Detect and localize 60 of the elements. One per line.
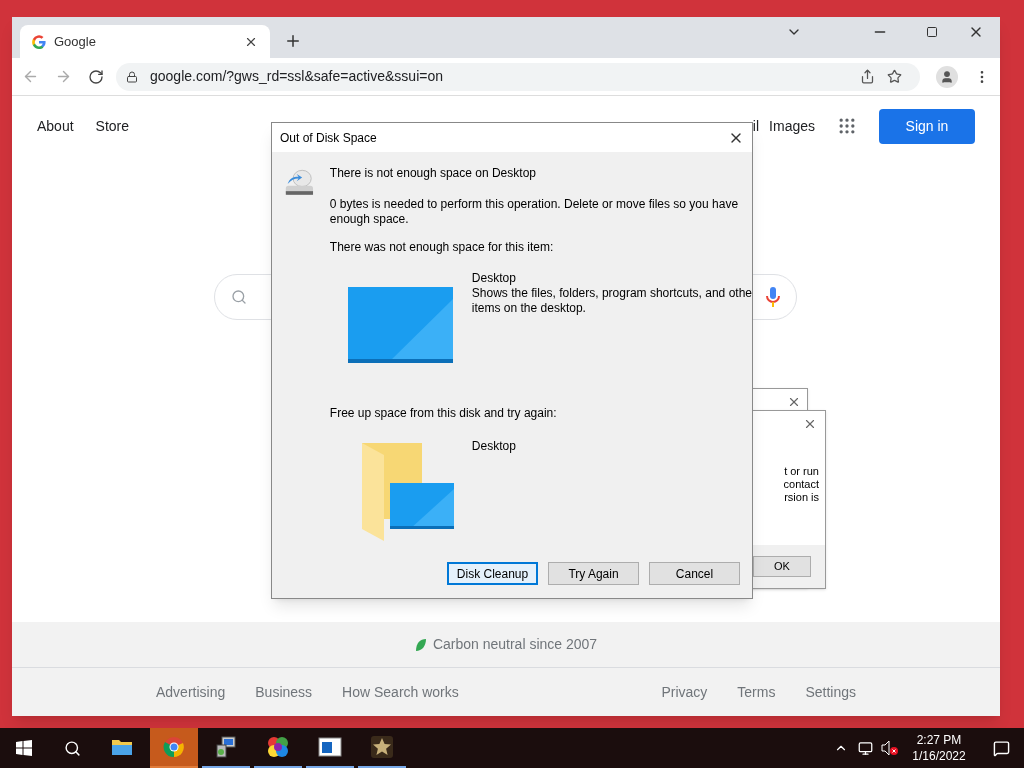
search-icon[interactable] — [63, 739, 81, 757]
search-icon — [231, 289, 247, 305]
profile-avatar[interactable] — [936, 65, 958, 88]
ok-button[interactable]: OK — [753, 556, 811, 577]
chrome-icon — [163, 736, 185, 758]
footer-link[interactable]: Privacy — [661, 681, 708, 703]
footer-link[interactable]: Settings — [805, 681, 856, 703]
maximize-icon[interactable] — [926, 26, 938, 38]
clock-time: 2:27 PM — [916, 732, 962, 748]
dialog-action[interactable]: Disk Cleanup — [447, 562, 538, 585]
share-icon[interactable] — [860, 69, 875, 84]
microphone-icon[interactable] — [766, 287, 780, 307]
reload-icon[interactable] — [88, 68, 104, 85]
close-icon[interactable] — [787, 395, 801, 409]
nav-link[interactable]: About — [37, 115, 74, 137]
notification-icon[interactable] — [993, 739, 1010, 757]
new-tab-icon[interactable] — [284, 32, 302, 50]
leaf-icon — [414, 637, 427, 652]
browser-tab[interactable]: Google — [20, 25, 270, 58]
folder-icon — [111, 738, 133, 756]
item-description: items on the desktop. — [471, 301, 587, 316]
footer-link[interactable]: Terms — [737, 681, 776, 703]
computer-icon — [214, 735, 238, 759]
tab-title: Google — [54, 32, 97, 51]
address-bar[interactable]: google.com/?gws_rd=ssl&safe=active&ssui=on — [116, 62, 920, 91]
footer-link[interactable]: Advertising — [156, 681, 226, 703]
item-label: There was not enough space for this item: — [329, 239, 555, 256]
speaker-muted-icon[interactable] — [881, 740, 899, 756]
dialog-action[interactable]: Try Again — [548, 562, 639, 585]
item-description: Shows the files, folders, program shortcuts, and othe — [471, 286, 752, 301]
url-text: google.com/?gws_rd=ssl&safe=active&ssui=on — [150, 67, 444, 86]
hint-text: Free up space from this disk and try again: — [329, 405, 558, 422]
dialog-title: Out of Disk Space — [280, 129, 378, 147]
windows-logo-icon — [16, 740, 32, 756]
desktop-thumbnail-icon — [347, 287, 453, 363]
message-fragment: rsion is — [784, 491, 819, 504]
colorful-app-icon — [266, 735, 290, 759]
apps-grid-icon[interactable] — [837, 116, 857, 136]
disk-name: Desktop — [471, 438, 516, 455]
dialog-heading: There is not enough space on Desktop — [329, 165, 537, 182]
dialog-message: 0 bytes is needed to perform this operation. Delete or move files so you have enough space. — [329, 197, 740, 227]
window-icon — [318, 737, 342, 757]
clock[interactable]: 2:27 PM 1/16/2022 — [899, 732, 979, 764]
google-g-icon — [32, 34, 46, 49]
message-fragment: contact — [783, 478, 819, 491]
bookmark-star-icon[interactable] — [887, 69, 902, 84]
nav-link[interactable]: Store — [95, 115, 130, 137]
sign-in-button[interactable]: Sign in — [879, 108, 975, 144]
clock-date: 1/16/2022 — [912, 748, 966, 764]
lock-icon — [126, 70, 138, 83]
close-icon[interactable] — [803, 417, 817, 431]
footer-link[interactable]: Business — [255, 681, 313, 703]
item-name: Desktop — [471, 271, 517, 286]
network-icon[interactable] — [858, 740, 873, 756]
nav-link[interactable]: il — [752, 115, 760, 137]
carbon-note: Carbon neutral since 2007 — [432, 635, 598, 654]
nav-link[interactable]: Images — [769, 115, 815, 137]
message-fragment: t or run — [784, 465, 819, 478]
footer-link[interactable]: How Search works — [342, 681, 459, 703]
dialog-action[interactable]: Cancel — [649, 562, 740, 585]
